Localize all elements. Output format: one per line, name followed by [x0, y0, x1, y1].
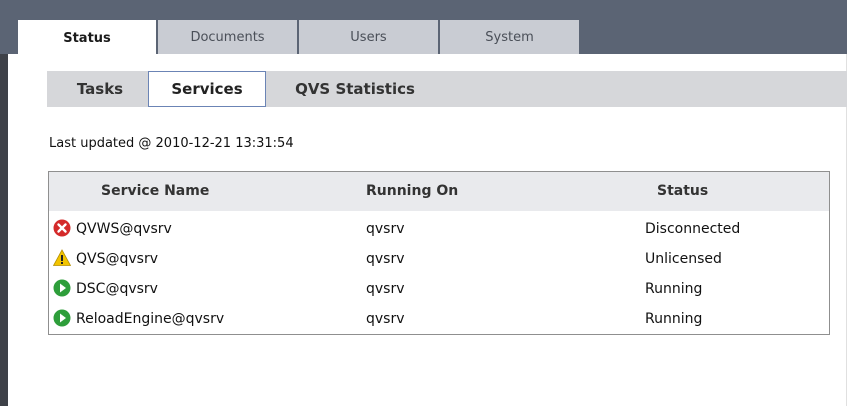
running-on: qvsrv	[366, 281, 405, 297]
warning-icon	[53, 249, 71, 266]
tab-users[interactable]: Users	[299, 20, 438, 54]
tab-users-label: Users	[350, 29, 387, 45]
column-header-service-name[interactable]: Service Name	[101, 183, 209, 199]
table-row[interactable]: DSC@qvsrv qvsrv Running	[49, 275, 829, 305]
tab-status[interactable]: Status	[18, 20, 156, 56]
services-table: Service Name Running On Status QVWS@qvsr…	[48, 171, 830, 335]
table-row[interactable]: QVS@qvsrv qvsrv Unlicensed	[49, 245, 829, 275]
column-header-status[interactable]: Status	[657, 183, 708, 199]
column-header-running-on[interactable]: Running On	[366, 183, 458, 199]
running-on: qvsrv	[366, 221, 405, 237]
left-border	[0, 54, 8, 406]
tab-documents-label: Documents	[190, 29, 265, 45]
play-icon	[53, 279, 71, 297]
status-text: Unlicensed	[645, 251, 722, 267]
running-on: qvsrv	[366, 251, 405, 267]
service-name: ReloadEngine@qvsrv	[76, 311, 225, 327]
tab-status-label: Status	[63, 30, 111, 46]
subtab-tasks-label: Tasks	[76, 80, 124, 98]
table-header: Service Name Running On Status	[49, 172, 829, 211]
table-row[interactable]: QVWS@qvsrv qvsrv Disconnected	[49, 215, 829, 245]
tab-system-label: System	[485, 29, 534, 45]
service-name: QVWS@qvsrv	[76, 221, 172, 237]
service-name: QVS@qvsrv	[76, 251, 158, 267]
running-on: qvsrv	[366, 311, 405, 327]
subtab-qvs-statistics[interactable]: QVS Statistics	[280, 71, 430, 107]
play-icon	[53, 309, 71, 327]
error-icon	[53, 219, 71, 237]
table-row[interactable]: ReloadEngine@qvsrv qvsrv Running	[49, 305, 829, 335]
last-updated-text: Last updated @ 2010-12-21 13:31:54	[49, 136, 294, 151]
subtab-services[interactable]: Services	[148, 71, 266, 107]
service-name: DSC@qvsrv	[76, 281, 158, 297]
tab-system[interactable]: System	[440, 20, 579, 54]
status-text: Running	[645, 311, 703, 327]
subtab-tasks[interactable]: Tasks	[56, 71, 144, 107]
status-text: Running	[645, 281, 703, 297]
subtab-qvs-statistics-label: QVS Statistics	[295, 80, 415, 98]
status-text: Disconnected	[645, 221, 741, 237]
subtab-services-label: Services	[171, 80, 243, 98]
tab-documents[interactable]: Documents	[158, 20, 297, 54]
